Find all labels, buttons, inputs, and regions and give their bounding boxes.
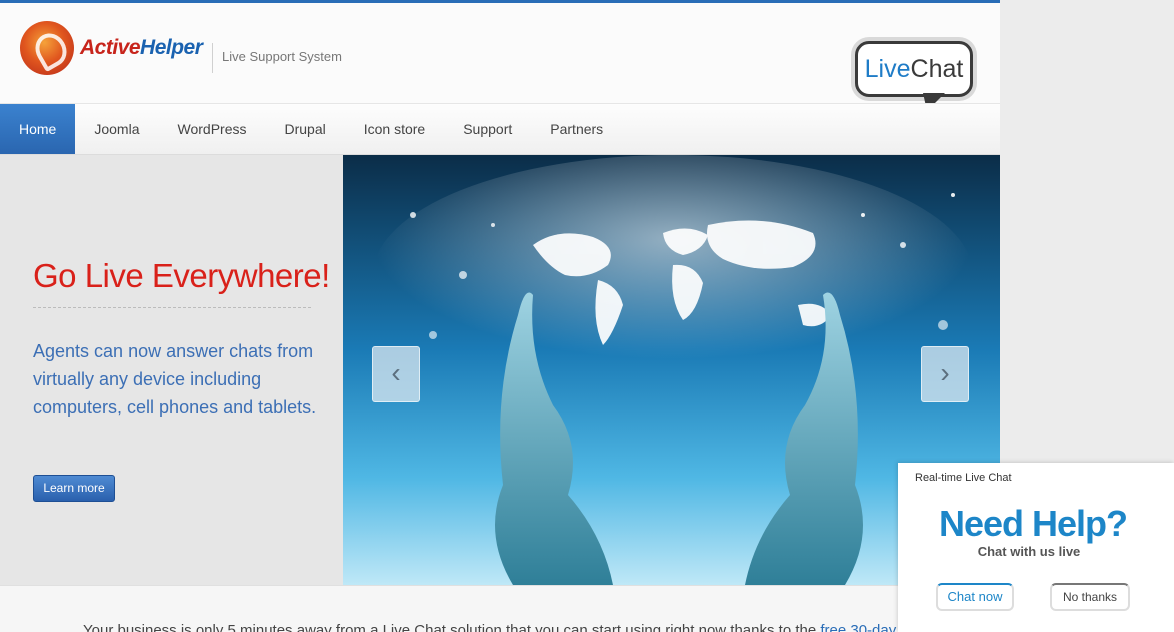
phoenix-logo-icon bbox=[20, 21, 74, 75]
livechat-chat-text: Chat bbox=[910, 54, 964, 83]
nav-item-home[interactable]: Home bbox=[0, 104, 76, 154]
intro-section: Your business is only 5 minutes away fro… bbox=[0, 585, 1000, 632]
chat-widget-subtitle: Chat with us live bbox=[977, 544, 1081, 559]
nav-item-wordpress[interactable]: WordPress bbox=[159, 104, 266, 154]
speech-bubble-icon: Live Chat bbox=[855, 41, 973, 97]
hero-title: Go Live Everywhere! bbox=[33, 257, 330, 294]
learn-more-button[interactable]: Learn more bbox=[33, 475, 115, 502]
website: ActiveHelper Live Support System Live Cha… bbox=[0, 0, 1000, 632]
carousel-next-button[interactable]: › bbox=[921, 346, 969, 402]
tagline: Live Support System bbox=[222, 49, 342, 64]
hero-divider bbox=[33, 307, 311, 308]
chat-widget-header: Real-time Live Chat bbox=[915, 472, 1012, 484]
logo-text-active: Active bbox=[80, 36, 141, 59]
hero-carousel: Go Live Everywhere! Agents can now answe… bbox=[0, 155, 1000, 585]
live-chat-widget: Real-time Live Chat Need Help? Chat with… bbox=[898, 463, 1174, 632]
nav-item-joomla[interactable]: Joomla bbox=[75, 104, 158, 154]
hero-description: Agents can now answer chats from virtual… bbox=[33, 341, 317, 417]
carousel-prev-button[interactable]: ‹ bbox=[372, 346, 420, 402]
livechat-live-text: Live bbox=[864, 54, 911, 83]
chat-widget-title: Need Help? bbox=[938, 503, 1128, 544]
nav-item-drupal[interactable]: Drupal bbox=[265, 104, 344, 154]
site-header: ActiveHelper Live Support System Live Cha… bbox=[0, 3, 1000, 111]
chat-now-button[interactable]: Chat now bbox=[936, 583, 1014, 611]
logo-text: ActiveHelper bbox=[80, 36, 203, 60]
nav-item-support[interactable]: Support bbox=[444, 104, 531, 154]
nav-item-partners[interactable]: Partners bbox=[531, 104, 622, 154]
intro-text: Your business is only 5 minutes away fro… bbox=[83, 622, 925, 632]
intro-text-body: Your business is only 5 minutes away fro… bbox=[83, 622, 821, 632]
main-nav: Home Joomla WordPress Drupal Icon store … bbox=[0, 103, 1000, 155]
logo-text-helper: Helper bbox=[140, 36, 203, 59]
no-thanks-button[interactable]: No thanks bbox=[1050, 583, 1130, 611]
nav-item-icon-store[interactable]: Icon store bbox=[345, 104, 444, 154]
logo-divider bbox=[212, 43, 213, 73]
activehelper-logo[interactable]: ActiveHelper bbox=[20, 21, 203, 75]
hero-caption-panel: Go Live Everywhere! Agents can now answe… bbox=[0, 155, 343, 585]
